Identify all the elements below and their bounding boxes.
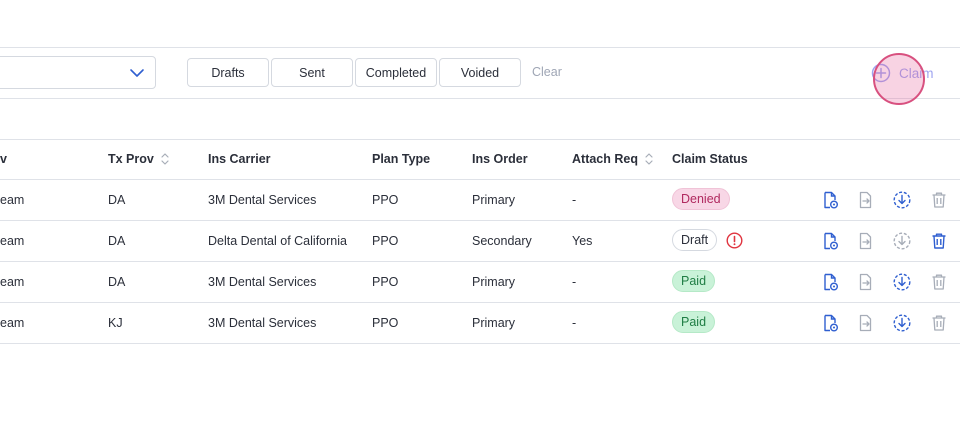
- cell-provider: eam: [0, 316, 25, 330]
- cell-tx-prov: KJ: [108, 316, 123, 330]
- add-claim-label: Claim: [899, 65, 934, 81]
- cell-ins-order: Primary: [472, 275, 516, 289]
- cell-attach-req: -: [572, 275, 577, 289]
- column-header-plan-type: Plan Type: [372, 152, 430, 166]
- column-header-attach-req[interactable]: Attach Req: [572, 152, 654, 166]
- download-circle-icon[interactable]: [893, 273, 911, 291]
- cell-tx-prov: DA: [108, 193, 126, 207]
- document-view-icon[interactable]: [821, 191, 839, 209]
- sort-icon[interactable]: [160, 152, 170, 166]
- column-header-provider: v: [0, 152, 7, 166]
- cell-plan-type: PPO: [372, 234, 399, 248]
- trash-icon[interactable]: [930, 232, 948, 250]
- plus-circle-icon: [871, 63, 891, 83]
- sort-icon[interactable]: [644, 152, 654, 166]
- column-header-ins-carrier: Ins Carrier: [208, 152, 271, 166]
- cell-provider: eam: [0, 275, 25, 289]
- column-header-tx-prov[interactable]: Tx Prov: [108, 152, 170, 166]
- cell-attach-req: -: [572, 193, 577, 207]
- filter-completed-button[interactable]: Completed: [355, 58, 437, 87]
- filter-sent-button[interactable]: Sent: [271, 58, 353, 87]
- cell-ins-order: Primary: [472, 193, 516, 207]
- filterbar-divider: [0, 98, 960, 99]
- cell-plan-type: PPO: [372, 193, 399, 207]
- filter-drafts-button[interactable]: Drafts: [187, 58, 269, 87]
- document-view-icon[interactable]: [821, 232, 839, 250]
- status-badge: Draft: [672, 229, 718, 251]
- column-header-label: Ins Carrier: [208, 152, 271, 166]
- cell-ins-carrier: 3M Dental Services: [208, 275, 317, 289]
- cell-provider: eam: [0, 193, 25, 207]
- document-export-icon[interactable]: [857, 314, 875, 332]
- column-header-label: Plan Type: [372, 152, 431, 166]
- cell-ins-carrier: 3M Dental Services: [208, 193, 317, 207]
- cell-ins-carrier: 3M Dental Services: [208, 316, 317, 330]
- clear-filters-link[interactable]: Clear: [532, 65, 562, 79]
- table-top-divider: [0, 139, 960, 140]
- document-view-icon[interactable]: [821, 314, 839, 332]
- alert-circle-icon[interactable]: [726, 232, 743, 249]
- status-badge: Paid: [672, 270, 716, 292]
- column-header-label: Ins Order: [472, 152, 528, 166]
- document-export-icon[interactable]: [857, 232, 875, 250]
- status-badge: Paid: [672, 311, 716, 333]
- filter-voided-button[interactable]: Voided: [439, 58, 521, 87]
- cell-tx-prov: DA: [108, 234, 126, 248]
- trash-icon[interactable]: [930, 314, 948, 332]
- chevron-down-icon: [130, 69, 144, 77]
- download-circle-icon[interactable]: [893, 314, 911, 332]
- download-circle-icon[interactable]: [893, 191, 911, 209]
- status-badge: Denied: [672, 188, 730, 210]
- add-claim-button[interactable]: Claim: [871, 62, 934, 84]
- column-header-label: Tx Prov: [108, 152, 154, 166]
- download-circle-icon[interactable]: [893, 232, 911, 250]
- cell-attach-req: Yes: [572, 234, 593, 248]
- header-divider: [0, 179, 960, 180]
- trash-icon[interactable]: [930, 191, 948, 209]
- trash-icon[interactable]: [930, 273, 948, 291]
- cell-plan-type: PPO: [372, 316, 399, 330]
- column-header-label: Attach Req: [572, 152, 638, 166]
- cell-ins-carrier: Delta Dental of California: [208, 234, 347, 248]
- row-divider: [0, 343, 960, 344]
- top-divider: [0, 47, 960, 48]
- cell-provider: eam: [0, 234, 25, 248]
- document-view-icon[interactable]: [821, 273, 839, 291]
- column-header-label: v: [0, 152, 7, 166]
- row-divider: [0, 302, 960, 303]
- provider-dropdown[interactable]: [0, 56, 156, 89]
- column-header-ins-order: Ins Order: [472, 152, 528, 166]
- document-export-icon[interactable]: [857, 191, 875, 209]
- column-header-label: Claim Status: [672, 152, 748, 166]
- cell-attach-req: -: [572, 316, 577, 330]
- row-divider: [0, 220, 960, 221]
- cell-ins-order: Primary: [472, 316, 516, 330]
- column-header-claim-status: Claim Status: [672, 152, 748, 166]
- cell-ins-order: Secondary: [472, 234, 532, 248]
- cell-tx-prov: DA: [108, 275, 126, 289]
- cell-plan-type: PPO: [372, 275, 399, 289]
- row-divider: [0, 261, 960, 262]
- document-export-icon[interactable]: [857, 273, 875, 291]
